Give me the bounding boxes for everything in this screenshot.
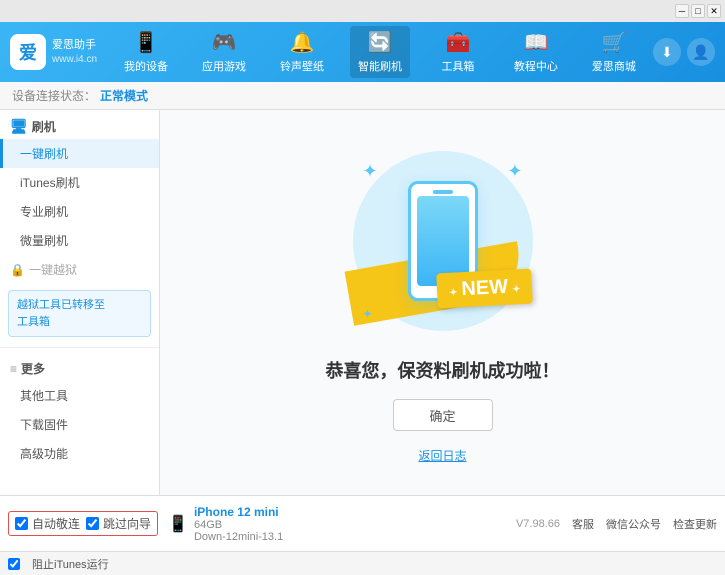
sidebar-pro-flash[interactable]: 专业刷机 (0, 197, 159, 226)
title-bar: ─ □ ✕ (0, 0, 725, 22)
content-area: ✦ ✦ ✦ NEW 恭喜您，保资料刷机成功啦！ 确定 返回日志 (160, 110, 725, 495)
nav-bar: 爱 爱思助手 www.i4.cn 📱 我的设备 🎮 应用游戏 🔔 铃声壁纸 🔄 … (0, 22, 725, 82)
device-storage: 64GB (194, 519, 283, 531)
success-illustration: ✦ ✦ ✦ NEW (343, 141, 543, 341)
version-label: V7.98.66 (516, 518, 560, 530)
skip-wizard-label: 跳过向导 (103, 515, 151, 532)
checkbox-skip-wizard: 跳过向导 (86, 515, 151, 532)
user-button[interactable]: 👤 (687, 38, 715, 66)
device-bottom-bar: 自动敬连 跳过向导 📱 iPhone 12 mini 64GB Down-12m… (0, 495, 725, 551)
nav-tutorial[interactable]: 📖 教程中心 (506, 26, 566, 78)
itunes-checkbox[interactable] (8, 558, 20, 570)
logo: 爱 爱思助手 www.i4.cn (10, 34, 97, 70)
customer-service-link[interactable]: 客服 (572, 516, 594, 532)
device-details: iPhone 12 mini 64GB Down-12mini-13.1 (194, 505, 283, 543)
sparkle-tl: ✦ (363, 161, 378, 182)
main-area: 🖥 刷机 一键刷机 iTunes刷机 专业刷机 微量刷机 🔒 一键越狱 越狱工具… (0, 110, 725, 495)
nav-items: 📱 我的设备 🎮 应用游戏 🔔 铃声壁纸 🔄 智能刷机 🧰 工具箱 📖 教程中心… (107, 26, 653, 78)
app-game-icon: 🎮 (212, 30, 237, 55)
logo-icon: 爱 (10, 34, 46, 70)
itunes-status-bar: 阻止iTunes运行 (0, 551, 725, 575)
sidebar-micro-flash[interactable]: 微量刷机 (0, 226, 159, 255)
status-bar: 设备连接状态： 正常模式 (0, 82, 725, 110)
nav-ringtone[interactable]: 🔔 铃声壁纸 (272, 26, 332, 78)
phone-notch (433, 190, 453, 194)
itunes-label: 阻止iTunes运行 (32, 556, 109, 572)
sidebar-download-firmware[interactable]: 下载固件 (0, 410, 159, 439)
nav-my-device[interactable]: 📱 我的设备 (116, 26, 176, 78)
sidebar-more-header: ≡ 更多 (0, 352, 159, 381)
nav-toolbox[interactable]: 🧰 工具箱 (428, 26, 488, 78)
sidebar-notice: 越狱工具已转移至工具箱 (8, 290, 151, 337)
nav-app-game[interactable]: 🎮 应用游戏 (194, 26, 254, 78)
status-value: 正常模式 (100, 87, 148, 104)
new-badge: NEW (436, 269, 533, 309)
sidebar-flash-header: 🖥 刷机 (0, 110, 159, 139)
maximize-button[interactable]: □ (691, 4, 705, 18)
check-update-link[interactable]: 检查更新 (673, 516, 717, 532)
checkbox-group-wrapper: 自动敬连 跳过向导 (8, 511, 158, 536)
auto-connect-label: 自动敬连 (32, 515, 80, 532)
device-info: 📱 iPhone 12 mini 64GB Down-12mini-13.1 (168, 505, 283, 543)
my-device-icon: 📱 (134, 30, 159, 55)
nav-right: ⬇ 👤 (653, 38, 715, 66)
device-firmware: Down-12mini-13.1 (194, 531, 283, 543)
sidebar-advanced[interactable]: 高级功能 (0, 439, 159, 468)
skip-wizard-checkbox[interactable] (86, 517, 99, 530)
bottom-right: V7.98.66 客服 微信公众号 检查更新 (516, 516, 717, 532)
sparkle-bl: ✦ (363, 307, 373, 321)
success-message: 恭喜您，保资料刷机成功啦！ (326, 357, 560, 383)
toolbox-icon: 🧰 (445, 30, 470, 55)
logo-text: 爱思助手 www.i4.cn (52, 38, 97, 65)
sidebar-itunes-flash[interactable]: iTunes刷机 (0, 168, 159, 197)
sidebar: 🖥 刷机 一键刷机 iTunes刷机 专业刷机 微量刷机 🔒 一键越狱 越狱工具… (0, 110, 160, 495)
lock-icon: 🔒 (10, 263, 25, 277)
phone-icon: 📱 (168, 514, 188, 534)
shop-icon: 🛒 (601, 30, 626, 55)
close-button[interactable]: ✕ (707, 4, 721, 18)
download-button[interactable]: ⬇ (653, 38, 681, 66)
nav-smart-shop[interactable]: 🔄 智能刷机 (350, 26, 410, 78)
device-name: iPhone 12 mini (194, 505, 283, 519)
sidebar-other-tools[interactable]: 其他工具 (0, 381, 159, 410)
minimize-button[interactable]: ─ (675, 4, 689, 18)
sparkle-tr: ✦ (507, 161, 522, 182)
auto-connect-checkbox[interactable] (15, 517, 28, 530)
sidebar-jailbreak-locked: 🔒 一键越狱 (0, 255, 159, 284)
tutorial-icon: 📖 (523, 30, 548, 55)
sidebar-one-click-flash[interactable]: 一键刷机 (0, 139, 159, 168)
flash-section-icon: 🖥 (10, 118, 28, 135)
back-log-link[interactable]: 返回日志 (418, 447, 466, 464)
status-label: 设备连接状态： (12, 87, 96, 104)
confirm-button[interactable]: 确定 (393, 399, 493, 431)
sidebar-divider (0, 347, 159, 348)
nav-shop[interactable]: 🛒 爱思商城 (584, 26, 644, 78)
checkbox-auto-connect: 自动敬连 (15, 515, 80, 532)
ringtone-icon: 🔔 (290, 30, 315, 55)
wechat-link[interactable]: 微信公众号 (606, 516, 661, 532)
smart-shop-icon: 🔄 (368, 30, 393, 55)
